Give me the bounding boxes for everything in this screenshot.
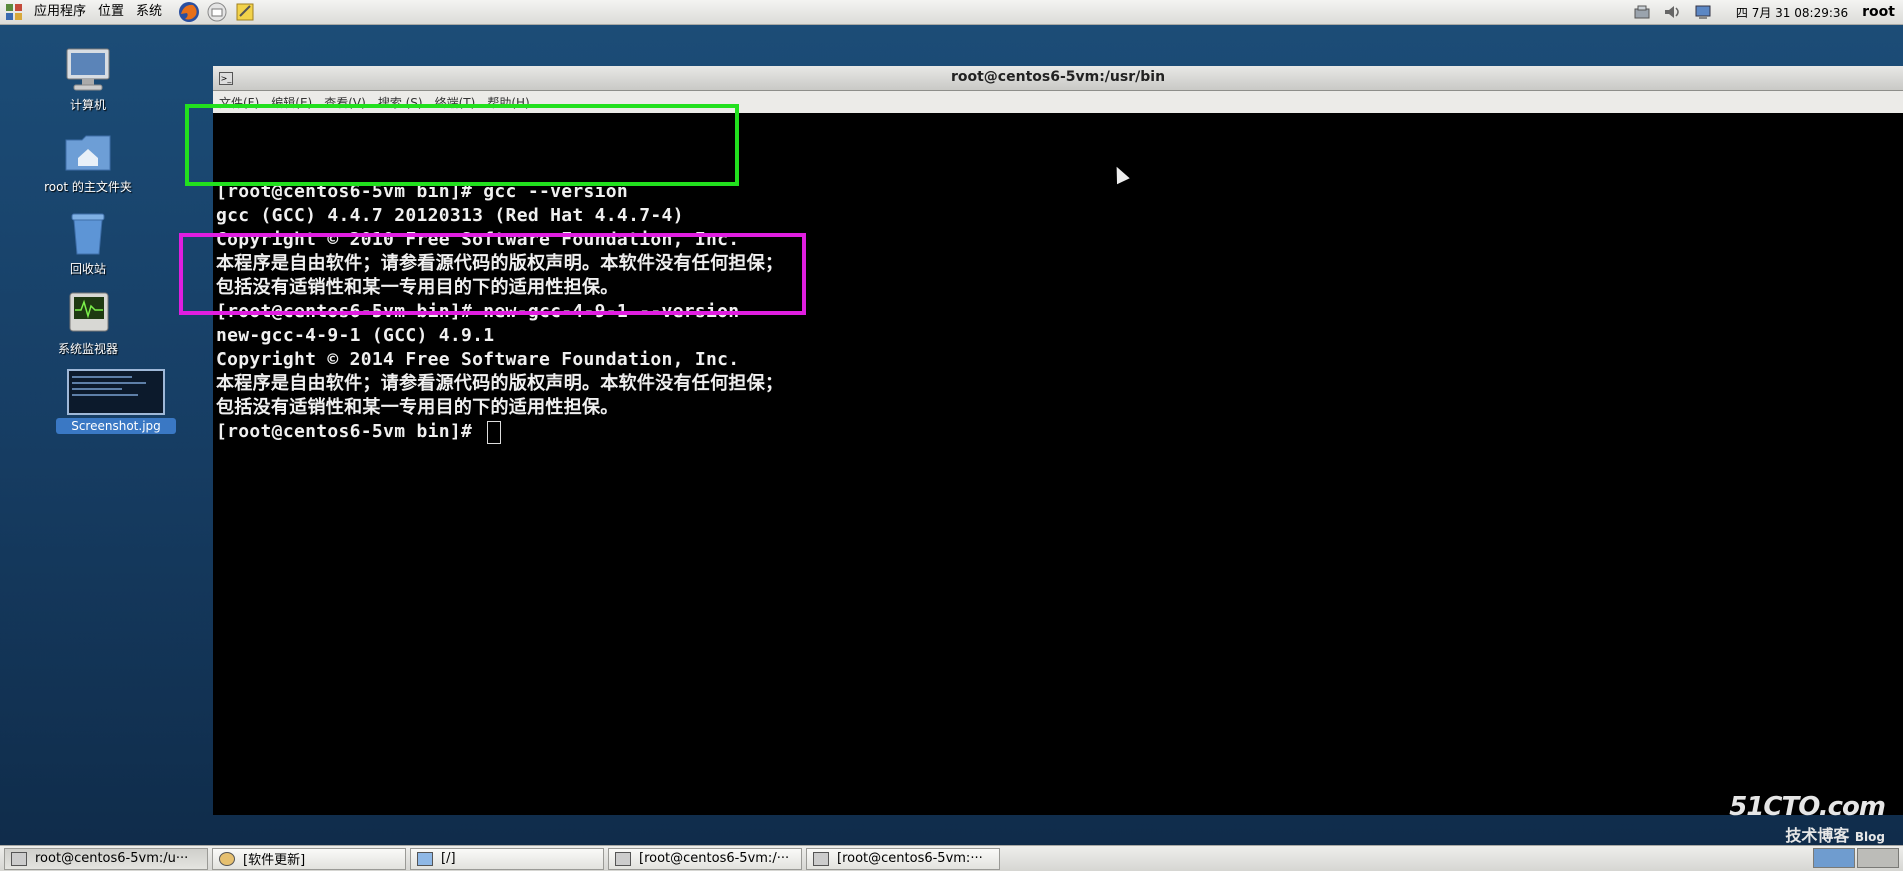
text-cursor (487, 420, 502, 444)
desktop-icon-home[interactable]: root 的主文件夹 (28, 128, 148, 195)
menu-help[interactable]: 帮助(H) (481, 94, 535, 111)
desktop-icon-label: root 的主文件夹 (44, 180, 132, 194)
text-editor-launcher-icon[interactable] (234, 1, 256, 23)
window-menu-bar: 文件(F) 编辑(E) 查看(V) 搜索 (S) 终端(T) 帮助(H) (213, 91, 1903, 113)
menu-applications[interactable]: 应用程序 (28, 0, 92, 24)
desktop-icon-label: 计算机 (69, 98, 106, 112)
watermark-sub: 技术博客 (1785, 826, 1850, 845)
taskbar-item-label: root@centos6-5vm:/u··· (35, 851, 189, 866)
terminal-line: 本程序是自由软件；请参看源代码的版权声明。本软件没有任何担保； (216, 373, 784, 394)
terminal-line: 包括没有适销性和某一专用目的下的适用性担保。 (216, 397, 619, 418)
terminal-prompt: [root@centos6-5vm bin]# (216, 421, 484, 442)
trash-icon (62, 210, 114, 258)
updates-icon[interactable] (1692, 3, 1714, 21)
terminal-line: 包括没有适销性和某一专用目的下的适用性担保。 (216, 277, 619, 298)
window-title: root@centos6-5vm:/usr/bin (950, 69, 1166, 85)
applications-logo-icon[interactable] (3, 1, 25, 23)
terminal-window[interactable]: >_ root@centos6-5vm:/usr/bin 文件(F) 编辑(E)… (213, 66, 1903, 815)
desktop-icon-trash[interactable]: 回收站 (28, 210, 148, 277)
desktop-icon-screenshot[interactable]: Screenshot.jpg (56, 368, 176, 434)
folder-icon (417, 851, 433, 866)
terminal-line: Copyright © 2014 Free Software Foundatio… (216, 349, 740, 370)
taskbar-item-label: [root@centos6-5vm:/··· (639, 851, 790, 866)
desktop-icon-label: 系统监视器 (57, 342, 118, 356)
desktop-icon-label: Screenshot.jpg (56, 418, 176, 434)
taskbar-item-software-update[interactable]: [软件更新] (212, 847, 406, 870)
desktop-icon-system-monitor[interactable]: 系统监视器 (28, 290, 148, 357)
terminal-icon (615, 851, 631, 866)
workspace-2[interactable] (1857, 848, 1899, 868)
taskbar-item-terminal-1[interactable]: root@centos6-5vm:/u··· (4, 847, 208, 870)
computer-icon (62, 46, 114, 94)
menu-places[interactable]: 位置 (92, 0, 130, 24)
window-title-bar[interactable]: >_ root@centos6-5vm:/usr/bin (213, 66, 1903, 91)
taskbar-item-terminal-2[interactable]: [root@centos6-5vm:/··· (608, 847, 802, 870)
terminal-prompt-line[interactable]: [root@centos6-5vm bin]# (216, 420, 502, 444)
taskbar-item-label: [软件更新] (243, 853, 306, 868)
taskbar-item-label: [root@centos6-5vm:··· (837, 851, 983, 866)
mail-launcher-icon[interactable] (206, 1, 228, 23)
terminal-line: gcc (GCC) 4.4.7 20120313 (Red Hat 4.4.7-… (216, 205, 684, 226)
top-panel: 应用程序 位置 系统 四 7月 31 08:29:36 root (0, 0, 1903, 25)
terminal-line: 本程序是自由软件；请参看源代码的版权声明。本软件没有任何担保； (216, 253, 784, 274)
terminal-line: [root@centos6-5vm bin]# gcc --version (216, 181, 629, 202)
watermark: 51CTO.com 技术博客 Blog (1729, 792, 1886, 846)
desktop-icon-label: 回收站 (69, 262, 106, 276)
user-menu[interactable]: root (1862, 4, 1895, 20)
terminal-line: [root@centos6-5vm bin]# new-gcc-4-9-1 --… (216, 301, 740, 322)
terminal-icon (813, 851, 829, 866)
volume-icon[interactable] (1662, 3, 1684, 21)
menu-edit[interactable]: 编辑(E) (265, 94, 318, 111)
menu-search[interactable]: 搜索 (S) (372, 94, 429, 111)
software-update-icon (219, 851, 235, 866)
home-folder-icon (62, 128, 114, 176)
terminal-line: Copyright © 2010 Free Software Foundatio… (216, 229, 740, 250)
network-status-icon[interactable] (1632, 3, 1654, 21)
workspace-1[interactable] (1813, 848, 1855, 868)
firefox-launcher-icon[interactable] (178, 1, 200, 23)
menu-view[interactable]: 查看(V) (318, 94, 372, 111)
menu-file[interactable]: 文件(F) (213, 94, 265, 111)
clock[interactable]: 四 7月 31 08:29:36 (1736, 4, 1848, 21)
system-monitor-icon (62, 290, 114, 338)
watermark-tag: Blog (1854, 830, 1885, 844)
taskbar-item-label: [/] (441, 851, 456, 866)
terminal-icon (11, 851, 27, 866)
watermark-site: 51CTO.com (1729, 792, 1886, 822)
taskbar-item-root-folder[interactable]: [/] (410, 847, 604, 870)
workspace-switcher (1811, 848, 1899, 868)
image-file-icon (66, 368, 166, 416)
menu-terminal[interactable]: 终端(T) (429, 94, 482, 111)
taskbar: root@centos6-5vm:/u··· [软件更新] [/] [root@… (0, 845, 1903, 871)
menu-system[interactable]: 系统 (130, 0, 168, 24)
panel-tray: 四 7月 31 08:29:36 root (1628, 0, 1903, 24)
taskbar-item-terminal-3[interactable]: [root@centos6-5vm:··· (806, 847, 1000, 870)
terminal-output[interactable]: [root@centos6-5vm bin]# gcc --version gc… (213, 113, 1903, 813)
terminal-line: new-gcc-4-9-1 (GCC) 4.9.1 (216, 325, 495, 346)
desktop-icon-computer[interactable]: 计算机 (28, 46, 148, 113)
